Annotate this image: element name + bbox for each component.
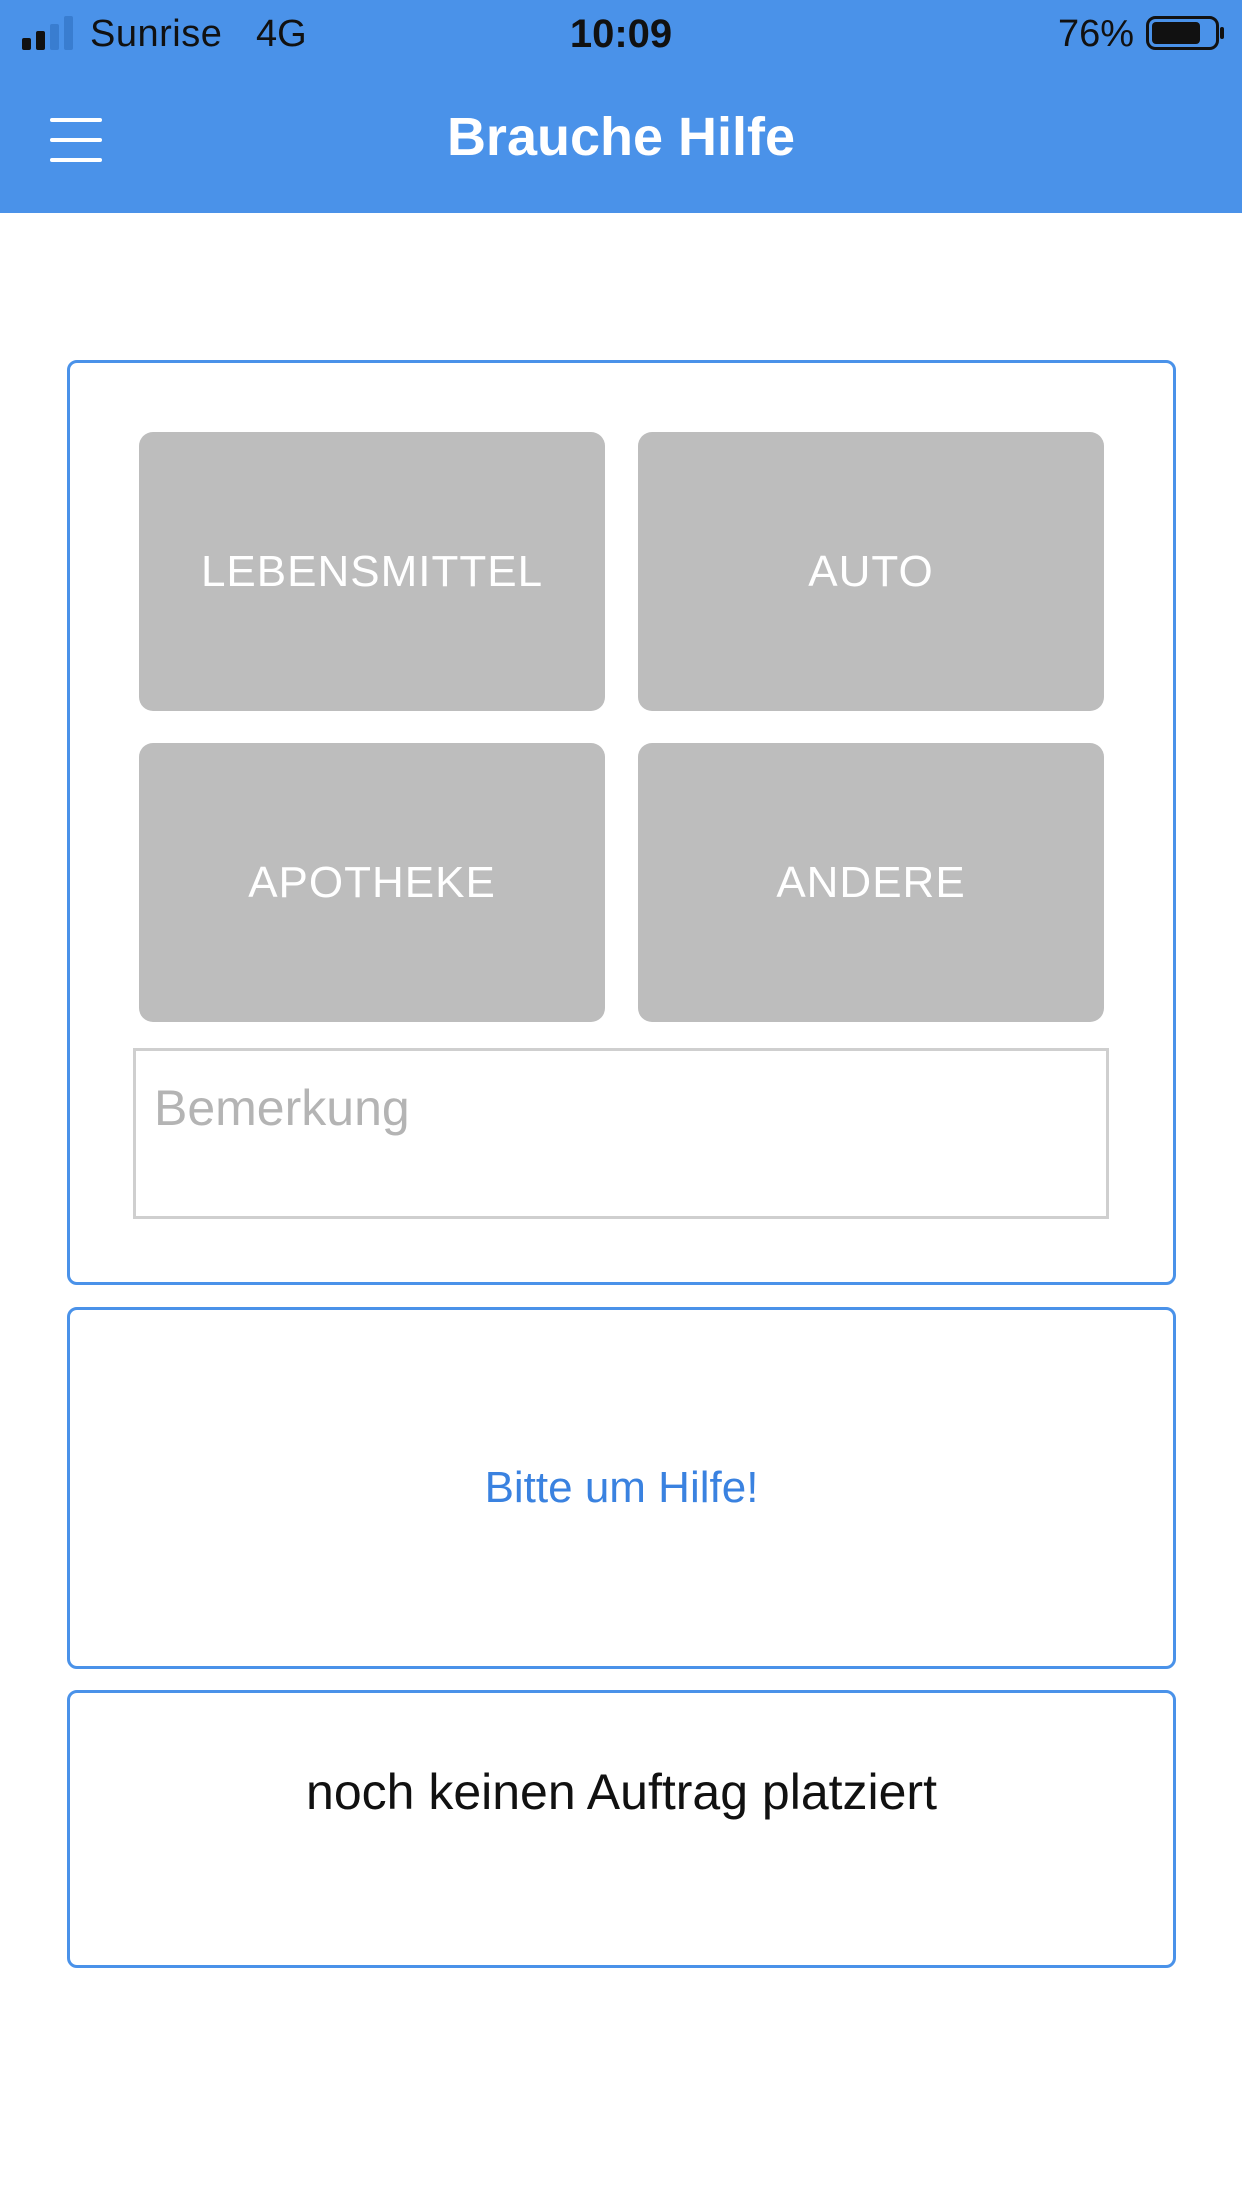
header-bar: Sunrise 4G 10:09 76% Brauche Hilfe [0, 0, 1242, 213]
category-button-apotheke[interactable]: APOTHEKE [139, 743, 605, 1022]
category-button-andere[interactable]: ANDERE [638, 743, 1104, 1022]
order-status-card [67, 1690, 1176, 1968]
status-time: 10:09 [569, 12, 673, 56]
remark-input[interactable] [133, 1048, 1109, 1219]
order-status-text: noch keinen Auftrag platziert [306, 1764, 937, 1820]
battery-percentage: 76% [1057, 13, 1134, 55]
navigation-bar: Brauche Hilfe [0, 68, 1242, 213]
category-button-lebensmittel[interactable]: LEBENSMITTEL [139, 432, 605, 711]
status-bar: Sunrise 4G 10:09 76% [0, 0, 1242, 68]
request-help-button[interactable]: Bitte um Hilfe! [67, 1307, 1176, 1669]
page-title: Brauche Hilfe [446, 107, 796, 167]
category-button-auto[interactable]: AUTO [638, 432, 1104, 711]
battery-icon [1146, 16, 1224, 50]
